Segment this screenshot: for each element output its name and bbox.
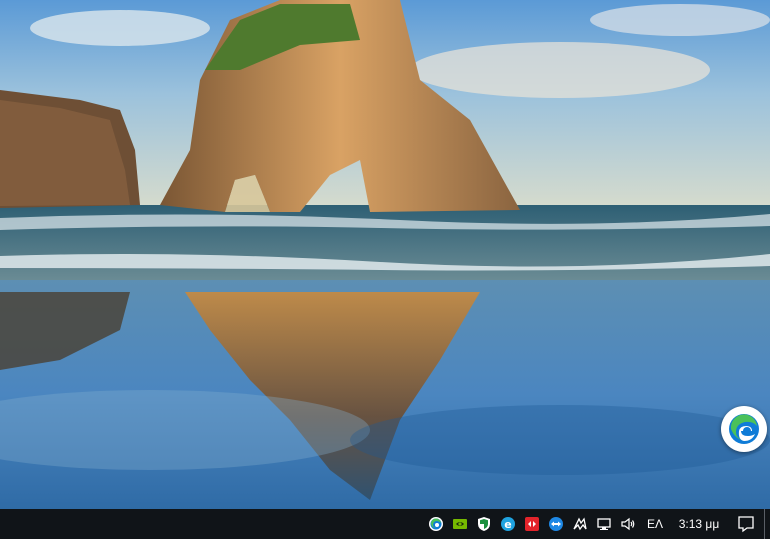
volume-icon[interactable] [616,509,640,539]
edge-icon [729,414,759,444]
desktop-wallpaper [0,0,770,509]
red-app-icon[interactable] [520,509,544,539]
action-center-icon [738,516,754,533]
nvidia-icon[interactable] [448,509,472,539]
teamviewer-icon[interactable] [544,509,568,539]
bluetooth-tray-icon[interactable] [568,509,592,539]
action-center-button[interactable] [728,509,764,539]
edge-icon [429,517,443,531]
internet-explorer-icon[interactable]: e [496,509,520,539]
show-desktop-button[interactable] [764,509,770,539]
edge-tray-icon[interactable] [424,509,448,539]
windows-security-icon[interactable] [472,509,496,539]
svg-text:e: e [504,518,511,531]
network-icon[interactable] [592,509,616,539]
input-language-indicator[interactable]: ΕΛ [640,509,670,539]
edge-floating-button[interactable] [721,406,767,452]
desktop[interactable] [0,0,770,509]
taskbar: e ΕΛ 3:13 μμ [0,509,770,539]
taskbar-clock[interactable]: 3:13 μμ [670,509,728,539]
system-tray: e ΕΛ 3:13 μμ [424,509,770,539]
